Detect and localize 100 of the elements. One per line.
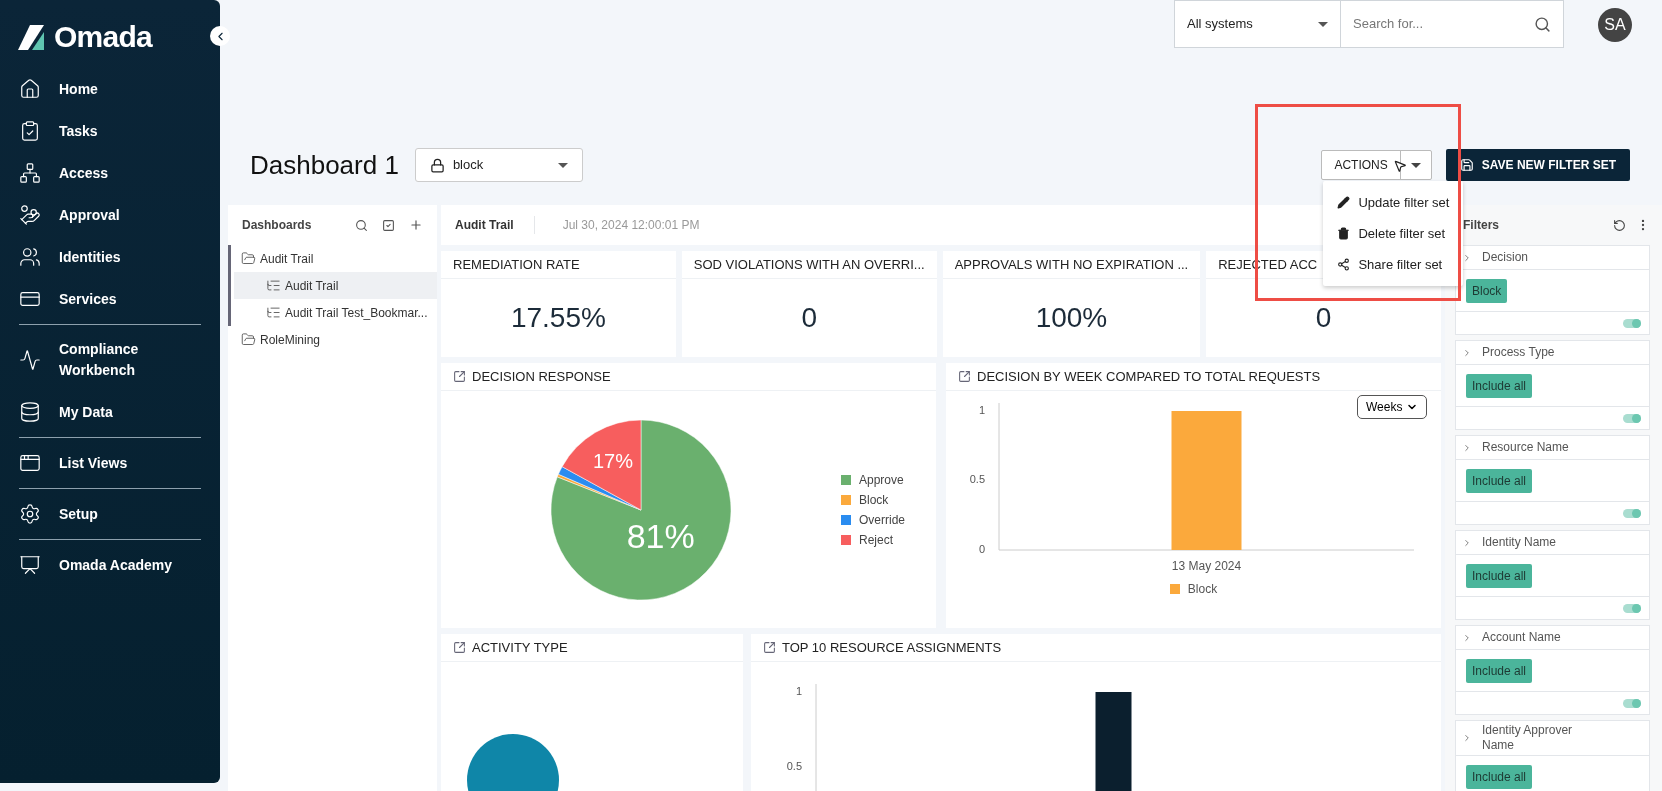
- chevron-right-icon[interactable]: [1462, 733, 1472, 743]
- clipboard-icon: [19, 120, 41, 142]
- folder-icon: [241, 251, 256, 266]
- caret-icon: [557, 162, 568, 168]
- window-icon: [19, 452, 41, 474]
- chevron-right-icon[interactable]: [1462, 537, 1472, 548]
- chevron-right-icon[interactable]: [1462, 632, 1472, 643]
- chevron-right-icon[interactable]: [1462, 347, 1472, 358]
- pulse-icon: [19, 349, 41, 371]
- menu-item[interactable]: Delete filter set: [1323, 218, 1464, 249]
- nav-item[interactable]: Approval: [19, 194, 201, 236]
- filter-title: Resource Name: [1482, 440, 1570, 455]
- panel-title: TOP 10 RESOURCE ASSIGNMENTS: [782, 638, 1002, 657]
- slice-label: 17%: [593, 449, 633, 472]
- dashboard-tab[interactable]: Audit Trail: [455, 216, 535, 234]
- nav-item[interactable]: My Data: [19, 391, 201, 433]
- nav-item[interactable]: Tasks: [19, 110, 201, 152]
- panel-title: DECISION RESPONSE: [472, 367, 611, 386]
- legend-swatch: [841, 474, 851, 485]
- filter-set-select[interactable]: block: [414, 148, 583, 182]
- nav-item[interactable]: Home: [19, 68, 201, 110]
- lock-icon: [429, 157, 445, 173]
- kpi-value: 0: [1314, 301, 1333, 335]
- legend-swatch: [841, 534, 851, 545]
- legend-label: Block: [1187, 581, 1218, 598]
- menu-item[interactable]: Share filter set: [1323, 249, 1464, 280]
- cursor-icon: [1393, 159, 1408, 173]
- checkbox-icon[interactable]: [382, 218, 395, 232]
- tree-item[interactable]: Audit Trail Test_Bookmar...: [234, 299, 437, 326]
- menu-item[interactable]: Update filter set: [1323, 187, 1464, 218]
- kpi-value: 100%: [1034, 301, 1109, 335]
- filter-chip[interactable]: Include all: [1466, 468, 1533, 493]
- kpi-value: 17.55%: [509, 301, 607, 335]
- filter-title: Process Type: [1482, 345, 1556, 360]
- axis-tick: 1: [795, 684, 802, 697]
- save-filter-set-button[interactable]: SAVE NEW FILTER SET: [1445, 149, 1630, 181]
- chevron-right-icon[interactable]: [1462, 442, 1472, 453]
- toggle-switch[interactable]: [1623, 413, 1641, 423]
- tree-item[interactable]: Audit Trail: [231, 245, 437, 272]
- user-avatar[interactable]: SA: [1598, 8, 1632, 42]
- home-icon: [19, 78, 41, 100]
- filter-title: Account Name: [1482, 630, 1562, 645]
- toggle-switch[interactable]: [1623, 508, 1641, 518]
- legend-label: Reject: [859, 531, 893, 549]
- system-select[interactable]: All systems: [1175, 1, 1341, 47]
- axis-tick: 0.5: [786, 759, 802, 772]
- add-icon[interactable]: [409, 218, 423, 232]
- share-icon: [1337, 258, 1351, 271]
- tree-item[interactable]: Audit Trail: [234, 272, 437, 299]
- legend-swatch: [841, 514, 851, 525]
- kpi-title: SOD VIOLATIONS WITH AN OVERRI...: [681, 251, 937, 279]
- caret-icon: [1410, 162, 1421, 168]
- page-title: Dashboard 1: [250, 148, 399, 182]
- caret-icon: [1318, 21, 1328, 27]
- timestamp: Jul 30, 2024 12:00:01 PM: [562, 217, 700, 234]
- filter-chip[interactable]: Block: [1466, 278, 1508, 303]
- expand-icon[interactable]: [453, 370, 466, 383]
- slice-label: 81%: [626, 516, 695, 555]
- filter-chip[interactable]: Include all: [1466, 764, 1533, 789]
- toggle-switch[interactable]: [1623, 603, 1641, 613]
- reset-icon[interactable]: [1613, 218, 1626, 232]
- nav-item[interactable]: Identities: [19, 236, 201, 278]
- nav-item[interactable]: Omada Academy: [19, 544, 201, 586]
- chevron-right-icon[interactable]: [1462, 252, 1472, 263]
- tree-item[interactable]: RoleMining: [231, 326, 437, 353]
- search-field[interactable]: Search for...: [1353, 14, 1534, 34]
- kpi-value: 0: [800, 301, 818, 335]
- panel-title: Dashboards: [242, 217, 313, 234]
- nav-item[interactable]: Setup: [19, 493, 201, 535]
- nav-item[interactable]: Compliance Workbench: [19, 329, 201, 391]
- legend-label: Override: [859, 511, 905, 529]
- collapse-button[interactable]: [210, 26, 230, 46]
- expand-icon[interactable]: [763, 641, 776, 654]
- logo-text: Omada: [54, 22, 152, 52]
- toggle-switch[interactable]: [1623, 698, 1641, 708]
- legend-swatch: [841, 494, 851, 505]
- legend-label: Block: [859, 491, 889, 509]
- legend-swatch: [1169, 584, 1180, 594]
- period-select[interactable]: Weeks: [1357, 395, 1427, 419]
- save-icon: [1459, 158, 1474, 172]
- filter-chip[interactable]: Include all: [1466, 563, 1533, 588]
- axis-label: 13 May 2024: [1171, 559, 1241, 573]
- panel-title: ACTIVITY TYPE: [472, 638, 568, 657]
- database-icon: [19, 401, 41, 423]
- presentation-icon: [19, 554, 41, 576]
- nav-item[interactable]: Services: [19, 278, 201, 320]
- search-icon[interactable]: [355, 218, 368, 232]
- list-icon: [266, 278, 281, 293]
- trash-icon: [1337, 227, 1351, 240]
- toggle-switch[interactable]: [1623, 318, 1641, 328]
- filter-chip[interactable]: Include all: [1466, 658, 1533, 683]
- expand-icon[interactable]: [958, 370, 971, 383]
- nav-item[interactable]: Access: [19, 152, 201, 194]
- expand-icon[interactable]: [453, 641, 466, 654]
- filter-chip[interactable]: Include all: [1466, 373, 1533, 398]
- logo-icon: [16, 23, 46, 51]
- panel-title: DECISION BY WEEK COMPARED TO TOTAL REQUESTS: [977, 367, 1321, 386]
- nav-item[interactable]: List Views: [19, 442, 201, 484]
- people-icon: [19, 246, 41, 268]
- axis-tick: 0: [978, 542, 985, 555]
